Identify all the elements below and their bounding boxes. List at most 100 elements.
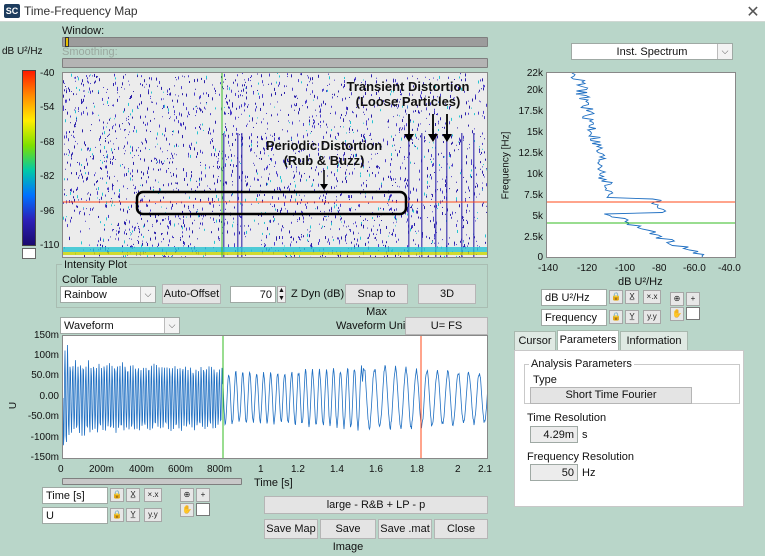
spectrum-y-scale-field[interactable]: Frequency <box>541 309 607 326</box>
colorbar-tick: -68 <box>40 137 54 148</box>
waveform-x-tick: 2.1 <box>478 464 492 475</box>
app-icon: SC <box>4 4 20 18</box>
waveform-y-tick: -150m <box>24 452 59 463</box>
pan-hand-icon[interactable]: ✋ <box>180 503 194 517</box>
waveform-x-tick: 1.4 <box>330 464 344 475</box>
tab-information[interactable]: Information <box>620 331 688 350</box>
window-title: Time-Frequency Map <box>24 4 138 18</box>
tab-parameters[interactable]: Parameters <box>557 330 619 351</box>
colorbar-tick: -54 <box>40 102 54 113</box>
lock-icon[interactable]: 🔒 <box>110 488 124 502</box>
z-dyn-stepper[interactable]: ▲▼ <box>277 286 286 303</box>
save-image-button[interactable]: Save Image <box>320 519 376 539</box>
tab-cursor[interactable]: Cursor <box>514 331 556 350</box>
colorbar-tick: -96 <box>40 206 54 217</box>
spectrum-y-tick: 0 <box>514 252 543 263</box>
pan-hand-icon[interactable]: ✋ <box>670 307 684 321</box>
waveform-x-tick: 0 <box>58 464 64 475</box>
y-format-icon[interactable]: Y̲ <box>625 310 639 324</box>
spectrum-selector[interactable]: Inst. Spectrum ⌵ <box>571 43 733 60</box>
waveform-unit-button[interactable]: U= FS <box>405 317 488 335</box>
colorbar-tick: -40 <box>40 68 54 79</box>
spectrum-y-axis-label: Frequency [Hz] <box>501 121 512 211</box>
x-format-icon[interactable]: X̲ <box>625 290 639 304</box>
spectrum-y-tick: 17.5k <box>514 106 543 117</box>
spectrum-y-tick: 22k <box>514 68 543 79</box>
frequency-resolution-label: Frequency Resolution <box>527 451 634 463</box>
window-slider-label: Window: <box>62 25 104 37</box>
window-slider[interactable] <box>62 37 488 47</box>
waveform-selector[interactable]: Waveform ⌵ <box>60 317 180 334</box>
colorbar <box>22 70 36 246</box>
spectrum-y-tick: 7.5k <box>514 190 543 201</box>
waveform-y-scale-field[interactable]: U <box>42 507 108 524</box>
colorbar-below-swatch <box>22 248 36 259</box>
chevron-down-icon: ⌵ <box>164 318 179 333</box>
time-resolution-value: 4.29m <box>530 426 578 443</box>
lock-icon[interactable]: 🔒 <box>609 290 623 304</box>
waveform-x-tick: 1 <box>258 464 264 475</box>
zoom-icon[interactable]: ⊕ <box>180 488 194 502</box>
transient-arrow-head-2 <box>428 134 438 142</box>
3d-button[interactable]: 3D <box>418 284 476 304</box>
frequency-resolution-value: 50 <box>530 464 578 481</box>
window-close-button[interactable]: ✕ <box>744 2 762 22</box>
x-precision-icon[interactable]: ×.x <box>643 290 661 304</box>
color-table-label: Color Table <box>62 274 117 286</box>
z-dyn-input[interactable]: 70 <box>230 286 276 303</box>
waveform-y-tick: 0.00 <box>24 391 59 402</box>
smoothing-slider[interactable] <box>62 58 488 68</box>
spectrum-x-tick: -100 <box>615 263 635 274</box>
waveform-x-tick: 2 <box>455 464 461 475</box>
color-table-dropdown[interactable]: Rainbow ⌵ <box>60 286 156 303</box>
spectrum-plot[interactable] <box>546 72 736 258</box>
auto-offset-button[interactable]: Auto-Offset <box>162 284 221 304</box>
crosshair-icon[interactable]: + <box>686 292 700 306</box>
plot-color-swatch[interactable] <box>686 307 700 320</box>
spectrum-trace <box>547 73 736 258</box>
spectrum-x-tick: -60.0 <box>683 263 706 274</box>
x-precision-icon[interactable]: ×.x <box>144 488 162 502</box>
plot-color-swatch[interactable] <box>196 503 210 516</box>
save-map-button[interactable]: Save Map <box>264 519 318 539</box>
waveform-y-tick: 150m <box>24 330 59 341</box>
spectrum-x-scale-field[interactable]: dB U²/Hz <box>541 289 607 306</box>
spectrum-x-tick: -80 <box>652 263 666 274</box>
type-label: Type <box>533 374 557 386</box>
time-resolution-label: Time Resolution <box>527 412 606 424</box>
spectrum-x-tick: -40.0 <box>718 263 741 274</box>
smoothing-slider-label: Smoothing: <box>62 46 118 58</box>
waveform-scrollbar[interactable] <box>62 478 242 485</box>
waveform-x-tick: 600m <box>168 464 193 475</box>
waveform-y-tick: 50.0m <box>24 370 59 381</box>
x-format-icon[interactable]: X̲ <box>126 488 140 502</box>
waveform-y-tick: -50.0m <box>24 411 59 422</box>
zoom-icon[interactable]: ⊕ <box>670 292 684 306</box>
waveform-x-tick: 1.6 <box>369 464 383 475</box>
spectrum-y-tick: 12.5k <box>514 148 543 159</box>
spectrum-line <box>571 73 706 258</box>
snap-to-max-button[interactable]: Snap to Max <box>345 284 408 304</box>
waveform-y-tick: 100m <box>24 350 59 361</box>
spectrum-y-tick: 20k <box>514 85 543 96</box>
save-mat-button[interactable]: Save .mat <box>378 519 432 539</box>
y-format-icon[interactable]: Y̲ <box>126 508 140 522</box>
waveform-plot[interactable] <box>62 335 488 459</box>
crosshair-icon[interactable]: + <box>196 488 210 502</box>
lock-icon[interactable]: 🔒 <box>110 508 124 522</box>
waveform-x-tick: 1.8 <box>410 464 424 475</box>
transient-arrow-head-1 <box>404 134 414 142</box>
close-button[interactable]: Close <box>434 519 488 539</box>
y-precision-icon[interactable]: y.y <box>643 310 661 324</box>
spectrum-y-tick: 10k <box>514 169 543 180</box>
type-value[interactable]: Short Time Fourier <box>530 387 692 404</box>
waveform-x-scale-field[interactable]: Time [s] <box>42 487 108 504</box>
waveform-x-tick: 1.2 <box>291 464 305 475</box>
y-precision-icon[interactable]: y.y <box>144 508 162 522</box>
lock-icon[interactable]: 🔒 <box>609 310 623 324</box>
analysis-parameters-label: Analysis Parameters <box>529 358 634 370</box>
spectrum-x-tick: -120 <box>577 263 597 274</box>
spectrum-y-tick: 2.5k <box>514 232 543 243</box>
waveform-unit-label: Waveform Unit <box>336 320 408 332</box>
chevron-down-icon: ⌵ <box>140 287 155 302</box>
